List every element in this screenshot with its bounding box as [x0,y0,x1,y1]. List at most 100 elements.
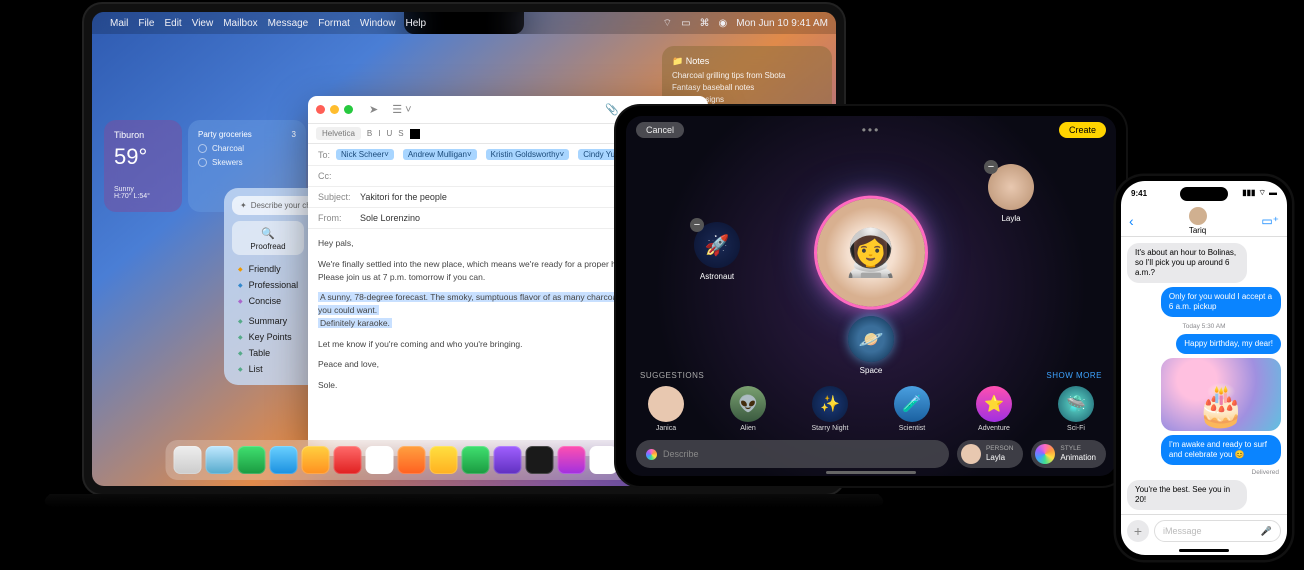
suggestion-starry-night[interactable]: ✨Starry Night [804,386,856,432]
sparkle-icon [646,449,657,460]
menu-mail[interactable]: Mail [110,18,128,29]
suggestions-label: SUGGESTIONS [640,371,704,380]
cancel-button[interactable]: Cancel [636,122,684,138]
dictate-icon[interactable]: 🎤 [1261,526,1272,537]
minimize-button[interactable] [330,105,339,114]
control-center-icon[interactable]: ⌘ [700,18,710,29]
message-outgoing[interactable]: Only for you would I accept a 6 a.m. pic… [1161,287,1281,317]
reminder-checkbox[interactable] [198,144,207,153]
concept-bubble-astronaut[interactable]: −🚀 Astronaut [694,222,740,281]
dock-app[interactable] [462,446,490,474]
window-controls [316,105,353,114]
dock-app[interactable] [334,446,362,474]
home-indicator[interactable] [826,471,916,474]
dock-app[interactable] [430,446,458,474]
message-input-bar: + iMessage 🎤 [1121,514,1287,547]
contact-header[interactable]: Tariq [1189,207,1207,235]
battery-icon[interactable]: ▭ [681,18,690,29]
dock-app[interactable] [526,446,554,474]
dock-app-safari[interactable] [206,446,234,474]
reminders-title: Party groceries [198,130,252,139]
suggestion-scientist[interactable]: 🧪Scientist [886,386,938,432]
message-outgoing[interactable]: I'm awake and ready to surf and celebrat… [1161,435,1281,465]
describe-field[interactable]: Describe [636,440,949,468]
more-icon[interactable]: ••• [862,123,881,137]
siri-icon[interactable]: ◉ [719,18,728,29]
suggestion-adventure[interactable]: ⭐Adventure [968,386,1020,432]
reminders-count: 3 [292,130,296,139]
note-row[interactable]: Charcoal grilling tips from Sbota [672,71,822,80]
menu-message[interactable]: Message [268,18,309,29]
dock-app[interactable] [302,446,330,474]
to-label: To: [318,150,330,160]
status-time: 9:41 [1131,189,1147,198]
message-outgoing[interactable]: Happy birthday, my dear! [1176,334,1281,354]
dock-app[interactable] [494,446,522,474]
back-button[interactable]: ‹ [1129,213,1134,229]
dock-app[interactable] [366,446,394,474]
dock-app[interactable] [398,446,426,474]
strike-icon[interactable]: S [398,129,403,138]
weather-widget[interactable]: Tiburon 59° Sunny H:70° L:54° [104,120,182,212]
wifi-icon[interactable]: ⌔ [663,17,672,30]
bold-icon[interactable]: B [367,129,372,138]
concept-bubble-space[interactable]: 🪐 Space [848,316,894,375]
dynamic-island[interactable] [1180,187,1228,201]
message-input[interactable]: iMessage 🎤 [1154,520,1281,542]
suggestion-alien[interactable]: 👽Alien [722,386,774,432]
font-select[interactable]: Helvetica [316,127,361,140]
suggestion-janica[interactable]: Janica [640,386,692,432]
menu-format[interactable]: Format [318,18,350,29]
zoom-button[interactable] [344,105,353,114]
message-image[interactable]: 🎂 [1161,358,1281,431]
send-icon[interactable]: ➤ [365,101,382,118]
menubar-clock[interactable]: Mon Jun 10 9:41 AM [736,18,828,29]
color-swatch[interactable] [410,129,420,139]
show-more-button[interactable]: SHOW MORE [1046,371,1102,380]
reminder-item-1: Charcoal [212,144,244,153]
messages-thread[interactable]: It's about an hour to Bolinas, so I'll p… [1121,237,1287,514]
weather-hilo: H:70° L:54° [114,193,172,200]
apps-button[interactable]: + [1127,520,1149,542]
menu-edit[interactable]: Edit [164,18,181,29]
dock-app-messages[interactable] [238,446,266,474]
playground-canvas[interactable]: 👩‍🚀 −🚀 Astronaut − Layla 🪐 Space [626,144,1116,372]
menu-window[interactable]: Window [360,18,396,29]
menu-help[interactable]: Help [406,18,427,29]
create-button[interactable]: Create [1059,122,1106,138]
reminder-checkbox[interactable] [198,158,207,167]
macbook-base [34,494,894,508]
proofread-button[interactable]: 🔍Proofread [232,221,304,255]
remove-icon[interactable]: − [984,160,998,174]
dock-app-mail[interactable] [270,446,298,474]
recipient-token[interactable]: Kristin Goldsworthy ˅ [486,149,570,160]
message-incoming[interactable]: You're the best. See you in 20! [1127,480,1247,510]
main-avatar[interactable]: 👩‍🚀 [817,199,925,307]
weather-city: Tiburon [114,130,172,140]
menu-file[interactable]: File [138,18,154,29]
style-icon [1035,444,1055,464]
home-indicator[interactable] [1179,549,1229,552]
dock-app[interactable] [558,446,586,474]
menu-view[interactable]: View [192,18,214,29]
facetime-icon[interactable]: ▭⁺ [1261,214,1279,228]
concept-bubble-layla[interactable]: − Layla [988,164,1034,223]
remove-icon[interactable]: − [690,218,704,232]
note-row[interactable]: Fantasy baseball notes [672,83,822,92]
recipient-token[interactable]: Nick Scheer ˅ [336,149,394,160]
recipient-token[interactable]: Andrew Mulligan ˅ [403,149,477,160]
underline-icon[interactable]: U [386,129,392,138]
delivered-label: Delivered [1252,469,1279,476]
message-incoming[interactable]: It's about an hour to Bolinas, so I'll p… [1127,243,1247,283]
style-chip[interactable]: STYLEAnimation [1031,440,1106,468]
menubar: Mail File Edit View Mailbox Message Form… [92,12,836,34]
dock-app[interactable] [590,446,618,474]
suggestion-scifi[interactable]: 🛸Sci-Fi [1050,386,1102,432]
dock-app-finder[interactable] [174,446,202,474]
header-menu-icon[interactable]: ☰ ˅ [388,101,415,118]
weather-cond: Sunny [114,186,172,193]
close-button[interactable] [316,105,325,114]
menu-mailbox[interactable]: Mailbox [223,18,257,29]
italic-icon[interactable]: I [378,129,380,138]
person-chip[interactable]: PERSONLayla [957,440,1023,468]
